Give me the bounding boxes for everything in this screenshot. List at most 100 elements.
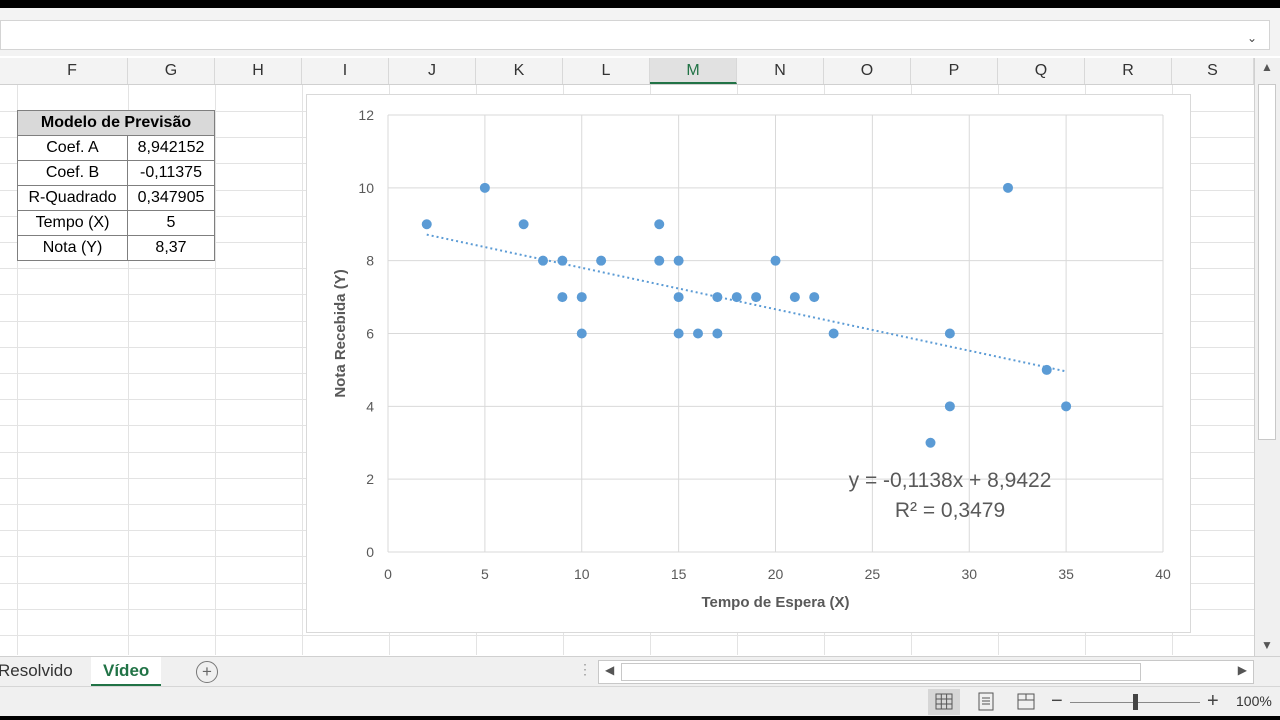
column-header-q[interactable]: Q <box>998 58 1085 84</box>
y-tick-label: 8 <box>366 253 374 269</box>
column-header-k[interactable]: K <box>476 58 563 84</box>
data-point <box>944 328 955 339</box>
data-point <box>693 328 703 339</box>
grid-view-icon[interactable] <box>928 689 960 715</box>
scroll-right-icon[interactable]: ▶ <box>1238 663 1247 677</box>
zoom-slider-thumb[interactable] <box>1133 694 1138 710</box>
column-header-n[interactable]: N <box>737 58 824 84</box>
data-point <box>789 292 800 303</box>
zoom-in-icon[interactable]: + <box>1207 690 1219 713</box>
model-value[interactable]: 0,347905 <box>127 185 215 211</box>
scroll-left-icon[interactable]: ◀ <box>605 663 614 677</box>
model-value[interactable]: 5 <box>127 210 215 236</box>
column-header-j[interactable]: J <box>389 58 476 84</box>
tab-video[interactable]: Vídeo <box>91 657 162 687</box>
chevron-down-icon[interactable]: ⌄ <box>1247 31 1257 45</box>
horizontal-scrollbar[interactable]: ◀ ▶ <box>598 660 1254 684</box>
x-tick-label: 0 <box>384 566 392 582</box>
plus-circle-icon[interactable]: + <box>196 661 218 683</box>
column-header-l[interactable]: L <box>563 58 650 84</box>
y-tick-label: 0 <box>366 544 374 560</box>
x-tick-label: 35 <box>1058 566 1074 582</box>
scroll-up-icon[interactable]: ▲ <box>1261 60 1273 74</box>
zoom-out-icon[interactable]: − <box>1051 690 1063 713</box>
column-header-f[interactable]: F <box>17 58 128 84</box>
model-label[interactable]: Coef. A <box>17 135 128 161</box>
data-point <box>809 292 820 303</box>
data-point <box>712 292 723 303</box>
data-point <box>770 255 781 266</box>
y-tick-label: 10 <box>358 180 374 196</box>
data-point <box>828 328 839 339</box>
vertical-scrollbar[interactable]: ▲ ▼ <box>1254 58 1280 658</box>
data-point <box>751 292 762 303</box>
y-tick-label: 4 <box>366 398 374 414</box>
scroll-down-icon[interactable]: ▼ <box>1261 638 1273 652</box>
x-tick-label: 30 <box>961 566 977 582</box>
column-header-h[interactable]: H <box>215 58 302 84</box>
model-label[interactable]: R-Quadrado <box>17 185 128 211</box>
table-row: Nota (Y) 8,37 <box>17 235 215 261</box>
data-point <box>557 255 568 266</box>
model-label[interactable]: Coef. B <box>17 160 128 186</box>
table-row: R-Quadrado 0,347905 <box>17 185 215 211</box>
trendline-r-squared: R² = 0,3479 <box>895 499 1005 522</box>
chart-svg: 0 5 10 15 20 25 30 35 40 0 2 4 6 8 10 12 Tempo de Espera… <box>332 107 1171 611</box>
model-label[interactable]: Tempo (X) <box>17 210 128 236</box>
y-tick-label: 6 <box>366 326 374 342</box>
model-value[interactable]: 8,942152 <box>127 135 215 161</box>
column-header-g[interactable]: G <box>128 58 215 84</box>
scatter-chart[interactable]: 0 5 10 15 20 25 30 35 40 0 2 4 6 8 10 12 Tempo de Espera… <box>306 94 1191 633</box>
data-point <box>576 328 587 339</box>
data-point <box>654 219 665 230</box>
data-point <box>925 437 936 448</box>
trendline-equation: y = -0,1138x + 8,9422 <box>849 469 1052 492</box>
data-point <box>1041 364 1052 375</box>
model-table-title[interactable]: Modelo de Previsão <box>17 110 215 136</box>
y-tick-label: 2 <box>366 471 374 487</box>
data-point <box>654 255 665 266</box>
column-headers: FGHIJKLMNOPQRS <box>0 58 1254 85</box>
x-tick-label: 20 <box>768 566 784 582</box>
data-point <box>673 255 684 266</box>
sheet-tab-bar: Resolvido Vídeo + ⋮ ◀ ▶ <box>0 656 1280 687</box>
trendline <box>426 233 1067 373</box>
y-tick-label: 12 <box>358 107 374 123</box>
column-header-o[interactable]: O <box>824 58 911 84</box>
formula-bar: ⌄ <box>0 8 1280 56</box>
vertical-scroll-thumb[interactable] <box>1258 84 1276 440</box>
splitter-dots-icon[interactable]: ⋮ <box>578 661 592 678</box>
data-point <box>518 219 529 230</box>
x-tick-label: 25 <box>865 566 881 582</box>
data-point <box>538 255 548 266</box>
data-point <box>557 292 568 303</box>
column-header-p[interactable]: P <box>911 58 998 84</box>
y-axis-label: Nota Recebida (Y) <box>332 269 349 397</box>
x-tick-label: 15 <box>671 566 687 582</box>
zoom-level[interactable]: 100% <box>1236 693 1272 709</box>
tab-resolvido[interactable]: Resolvido <box>0 657 73 685</box>
window-bottom-edge <box>0 716 1280 720</box>
column-header-s[interactable]: S <box>1172 58 1254 84</box>
data-point <box>944 401 955 412</box>
page-layout-icon[interactable] <box>970 689 1002 715</box>
table-row: Tempo (X) 5 <box>17 210 215 236</box>
formula-input[interactable]: ⌄ <box>0 20 1270 50</box>
status-bar: − + 100% <box>0 686 1280 717</box>
data-point <box>596 255 607 266</box>
model-value[interactable]: 8,37 <box>127 235 215 261</box>
column-header-r[interactable]: R <box>1085 58 1172 84</box>
model-label[interactable]: Nota (Y) <box>17 235 128 261</box>
horizontal-scroll-thumb[interactable] <box>621 663 1141 681</box>
x-tick-label: 40 <box>1155 566 1171 582</box>
column-header-i[interactable]: I <box>302 58 389 84</box>
table-row: Coef. A 8,942152 <box>17 135 215 161</box>
model-table: Modelo de Previsão Coef. A 8,942152 Coef… <box>17 110 215 261</box>
model-value[interactable]: -0,11375 <box>127 160 215 186</box>
column-header-m[interactable]: M <box>650 58 737 84</box>
grid-column-line <box>302 85 303 655</box>
x-axis-label: Tempo de Espera (X) <box>701 594 849 611</box>
page-break-icon[interactable] <box>1010 689 1042 715</box>
data-point <box>731 292 742 303</box>
grid-column-line <box>215 85 216 655</box>
